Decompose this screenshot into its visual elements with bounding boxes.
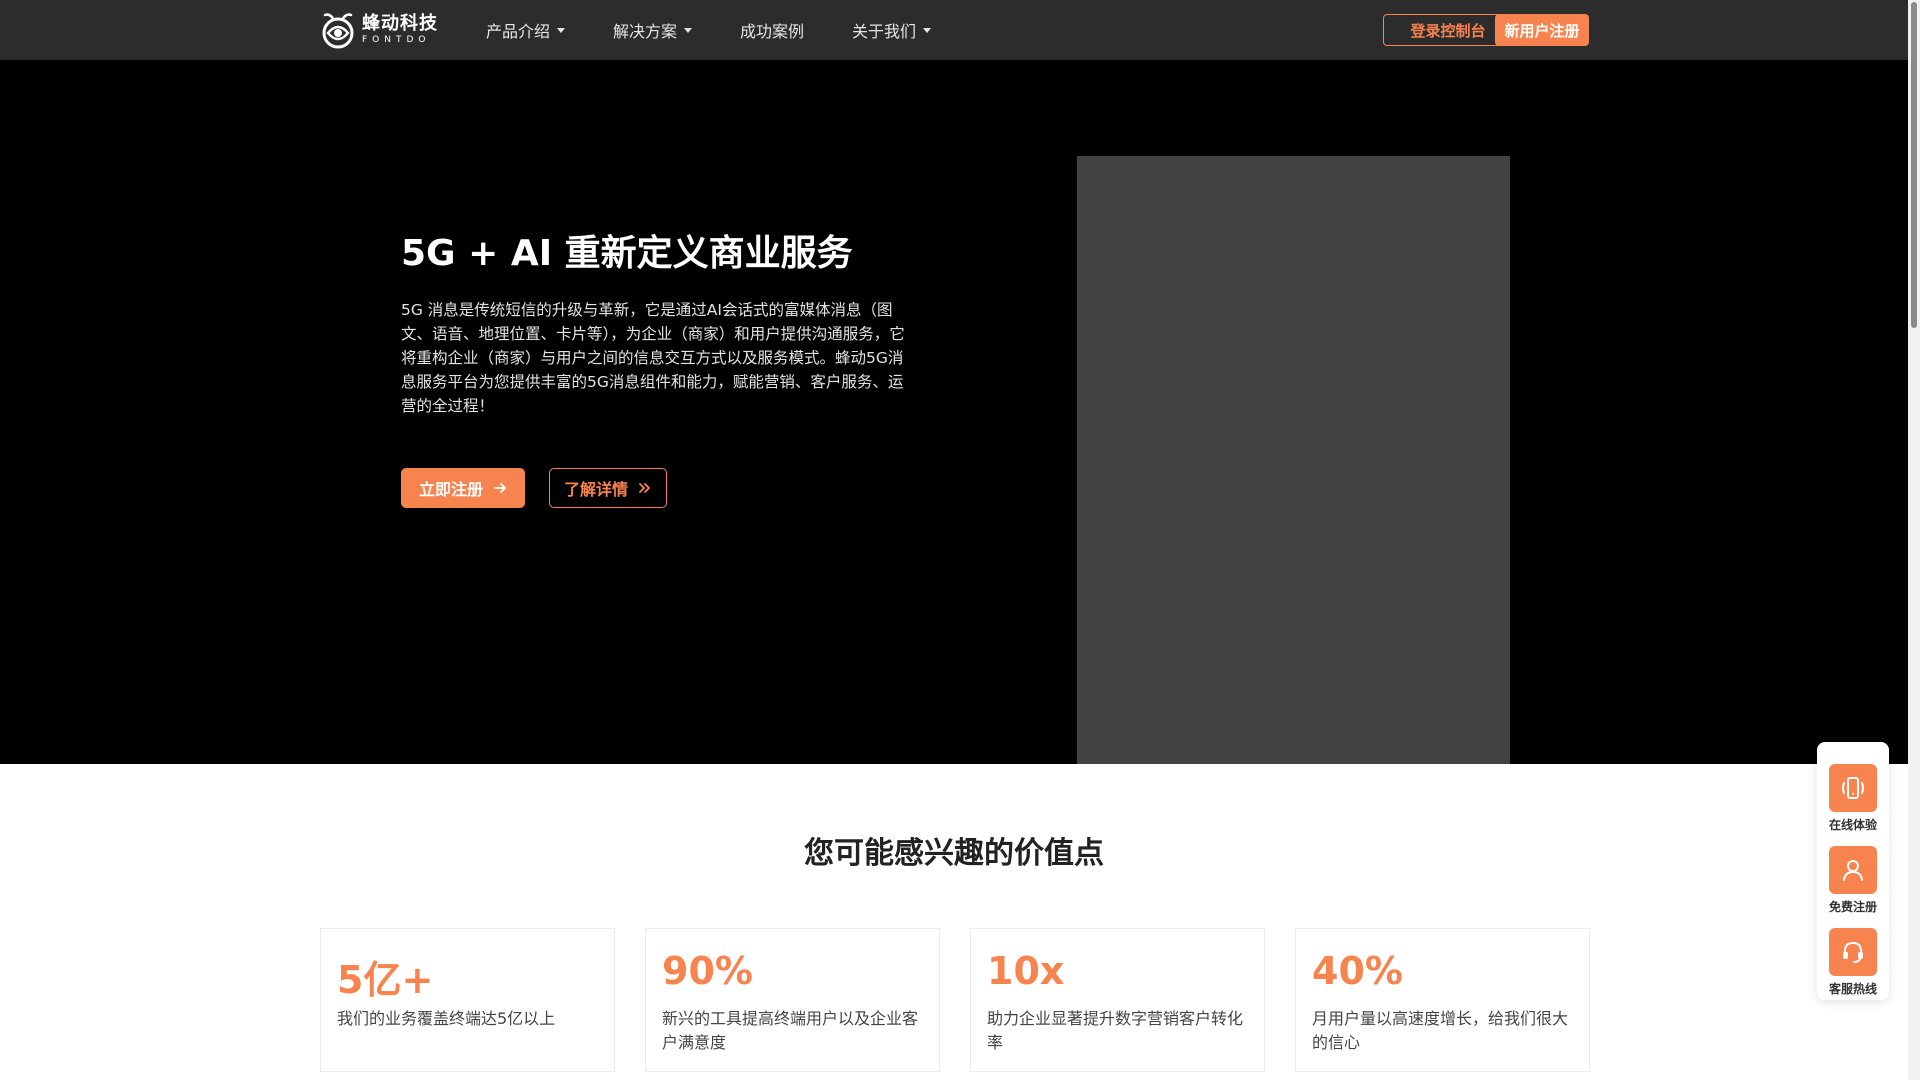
hero-media-placeholder — [1077, 156, 1510, 764]
value-card-text: 我们的业务覆盖终端达5亿以上 — [337, 1009, 556, 1028]
signup-now-label: 立即注册 — [418, 480, 483, 499]
fontdo-logo-icon — [322, 13, 354, 49]
hero-title: 5G + AI 重新定义商业服务 — [401, 233, 853, 274]
float-item-label: 客服热线 — [1828, 982, 1877, 996]
float-item-label: 在线体验 — [1828, 818, 1877, 832]
scrollbar-thumb[interactable] — [1911, 2, 1917, 328]
nav-item-products[interactable]: 产品介绍 — [486, 18, 566, 42]
value-card-text: 助力企业显著提升数字营销客户转化率 — [987, 1009, 1244, 1052]
value-card-text: 新兴的工具提高终端用户以及企业客户满意度 — [662, 1009, 919, 1052]
new-user-register-button[interactable]: 新用户注册 — [1495, 14, 1589, 46]
phone-vibrate-icon — [1829, 764, 1877, 812]
value-card: 90% 新兴的工具提高终端用户以及企业客户满意度 — [645, 928, 940, 1072]
hero-description: 5G 消息是传统短信的升级与革新，它是通过AI会话式的富媒体消息（图文、语音、地… — [401, 301, 905, 415]
headset-icon — [1829, 928, 1877, 976]
caret-down-icon — [923, 27, 932, 33]
value-card: 5亿+ 我们的业务覆盖终端达5亿以上 — [320, 928, 615, 1072]
free-register-button[interactable]: 免费注册 — [1817, 834, 1889, 914]
value-card: 10x 助力企业显著提升数字营销客户转化率 — [970, 928, 1265, 1072]
page: 蜂动科技 FONTDO 产品介绍 解决方案 成功案例 关于我们 登录控制台 新用… — [0, 0, 1908, 1080]
user-icon — [1829, 846, 1877, 894]
learn-more-button[interactable]: 了解详情 — [549, 468, 667, 508]
top-nav-bar: 蜂动科技 FONTDO 产品介绍 解决方案 成功案例 关于我们 登录控制台 新用… — [0, 0, 1908, 60]
value-card-text: 月用户量以高速度增长，给我们很大的信心 — [1312, 1009, 1569, 1052]
caret-down-icon — [557, 27, 566, 33]
value-card-number: 40% — [1312, 949, 1403, 993]
brand-logo[interactable]: 蜂动科技 FONTDO — [320, 10, 440, 50]
nav-item-cases[interactable]: 成功案例 — [740, 18, 804, 42]
brand-name-cn: 蜂动科技 — [362, 13, 438, 34]
login-console-button[interactable]: 登录控制台 — [1383, 14, 1513, 46]
floating-contact-panel: 在线体验 免费注册 客服热线 — [1817, 742, 1889, 1000]
value-card-number: 10x — [987, 949, 1065, 993]
value-card-number: 5亿+ — [337, 958, 434, 1002]
page-scrollbar[interactable] — [1908, 0, 1920, 1080]
value-card: 40% 月用户量以高速度增长，给我们很大的信心 — [1295, 928, 1590, 1072]
nav-item-label: 产品介绍 — [486, 22, 551, 41]
arrow-right-icon — [493, 481, 507, 495]
online-trial-button[interactable]: 在线体验 — [1817, 752, 1889, 832]
caret-down-icon — [684, 27, 693, 33]
brand-wordmark: 蜂动科技 FONTDO — [362, 14, 438, 46]
nav-item-solutions[interactable]: 解决方案 — [613, 18, 693, 42]
nav-item-label: 关于我们 — [852, 22, 917, 41]
value-cards: 5亿+ 我们的业务覆盖终端达5亿以上 90% 新兴的工具提高终端用户以及企业客户… — [320, 928, 1590, 1072]
double-chevron-right-icon — [638, 481, 652, 495]
nav-item-label: 解决方案 — [613, 22, 678, 41]
brand-name-en: FONTDO — [362, 35, 431, 45]
signup-now-button[interactable]: 立即注册 — [401, 468, 525, 508]
learn-more-label: 了解详情 — [563, 480, 628, 499]
service-hotline-button[interactable]: 客服热线 — [1817, 916, 1889, 996]
nav-item-about[interactable]: 关于我们 — [852, 18, 932, 42]
value-card-number: 90% — [662, 949, 753, 993]
values-section-title: 您可能感兴趣的价值点 — [804, 836, 1104, 871]
main-nav: 产品介绍 解决方案 成功案例 关于我们 — [486, 0, 979, 60]
float-item-label: 免费注册 — [1828, 900, 1877, 914]
hero-section: 5G + AI 重新定义商业服务 5G 消息是传统短信的升级与革新，它是通过AI… — [0, 60, 1908, 764]
nav-item-label: 成功案例 — [740, 22, 805, 41]
